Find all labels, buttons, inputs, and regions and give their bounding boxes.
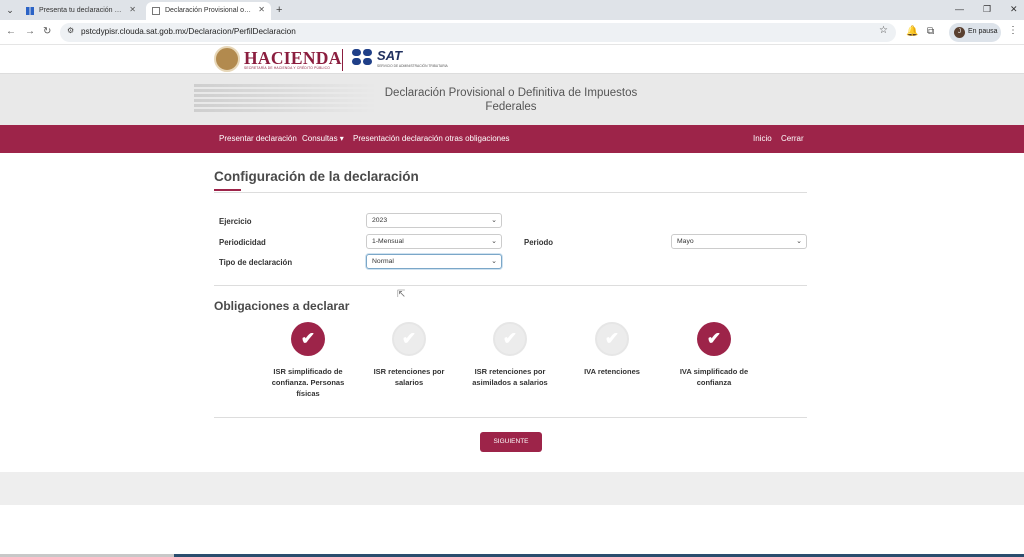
periodo-value: Mayo <box>677 238 694 245</box>
profile-button[interactable]: J En pausa <box>949 23 1001 42</box>
extensions-puzzle-icon[interactable]: ⧉ <box>927 26 934 38</box>
main-nav: Presentar declaración Consultas ▾ Presen… <box>0 125 1024 153</box>
browser-tab-declaracion[interactable]: Declaración Provisional o Defini ✕ <box>146 2 271 20</box>
sat-subtitle: SERVICIO DE ADMINISTRACIÓN TRIBUTARIA <box>377 64 448 68</box>
hacienda-subtitle: SECRETARÍA DE HACIENDA Y CRÉDITO PÚBLICO <box>244 66 330 70</box>
logo-divider <box>342 49 343 71</box>
coat-of-arms-icon <box>214 46 240 72</box>
nav-inicio[interactable]: Inicio <box>753 134 772 143</box>
periodo-select[interactable]: Mayo ⌄ <box>671 234 807 249</box>
nav-consultas[interactable]: Consultas ▾ <box>302 134 344 143</box>
obligacion-label: IVA simplificado de confianza <box>679 367 749 387</box>
browser-toolbar: ← → ↻ ⚙ pstcdypisr.clouda.sat.gob.mx/Dec… <box>0 20 1024 45</box>
close-tab-icon[interactable]: ✕ <box>129 2 136 18</box>
nav-presentar-declaracion[interactable]: Presentar declaración <box>219 134 297 143</box>
periodicidad-select[interactable]: 1-Mensual ⌄ <box>366 234 502 249</box>
page-title: Declaración Provisional o Definitiva de … <box>384 87 638 113</box>
unchecked-icon[interactable]: ✔ <box>493 322 527 356</box>
ejercicio-select[interactable]: 2023 ⌄ <box>366 213 502 228</box>
unchecked-icon[interactable]: ✔ <box>392 322 426 356</box>
back-icon[interactable]: ← <box>6 26 16 38</box>
avatar: J <box>954 27 965 38</box>
page-bottom <box>0 505 1024 554</box>
siguiente-button[interactable]: SIGUIENTE <box>480 432 542 452</box>
divider <box>214 417 807 418</box>
chevron-down-icon: ⌄ <box>491 258 497 265</box>
obligacion-isr-asimilados[interactable]: ✔ ISR retenciones por asimilados a salar… <box>462 322 558 388</box>
periodicidad-label: Periodicidad <box>219 238 266 247</box>
chevron-down-icon: ⌄ <box>491 217 497 224</box>
checked-icon[interactable]: ✔ <box>697 322 731 356</box>
restore-icon[interactable]: ❐ <box>983 2 991 16</box>
tab-favicon-icon <box>26 7 34 15</box>
chevron-down-icon: ⌄ <box>796 238 802 245</box>
obligacion-isr-salarios[interactable]: ✔ ISR retenciones por salarios <box>361 322 457 388</box>
ejercicio-label: Ejercicio <box>219 217 252 226</box>
tab-title: Declaración Provisional o Defini <box>165 7 251 14</box>
sat-logo-text: SAT <box>377 48 403 63</box>
gov-header: HACIENDA SECRETARÍA DE HACIENDA Y CRÉDIT… <box>0 45 1024 74</box>
obligacion-iva-simplificado[interactable]: ✔ IVA simplificado de confianza <box>666 322 762 388</box>
sat-logo-icon[interactable] <box>352 49 374 67</box>
obligaciones-title: Obligaciones a declarar <box>214 299 350 313</box>
tab-favicon-icon <box>152 7 160 15</box>
new-tab-button[interactable]: + <box>276 2 282 18</box>
obligacion-isr-simplificado[interactable]: ✔ ISR simplificado de confianza. Persona… <box>260 322 356 399</box>
obligacion-label: ISR retenciones por asimilados a salario… <box>472 367 548 387</box>
chevron-down-icon: ⌄ <box>491 238 497 245</box>
obligacion-label: IVA retenciones <box>584 367 640 376</box>
profile-label: En pausa <box>968 28 998 35</box>
ejercicio-value: 2023 <box>372 217 388 224</box>
obligacion-label: ISR retenciones por salarios <box>373 367 445 387</box>
config-title: Configuración de la declaración <box>214 169 419 184</box>
tipo-declaracion-select[interactable]: Normal ⌄ <box>366 254 502 269</box>
divider <box>214 285 807 286</box>
close-window-icon[interactable]: ✕ <box>1010 2 1018 16</box>
nav-cerrar[interactable]: Cerrar <box>781 134 804 143</box>
tipo-declaracion-label: Tipo de declaración <box>219 258 293 267</box>
checked-icon[interactable]: ✔ <box>291 322 325 356</box>
forward-icon[interactable]: → <box>25 26 35 38</box>
main-content: Configuración de la declaración Ejercici… <box>0 153 1024 472</box>
reload-icon[interactable]: ↻ <box>43 26 51 38</box>
browser-menu-icon[interactable]: ⋮ <box>1008 25 1018 36</box>
tab-title: Presenta tu declaración de pago <box>39 7 125 14</box>
url-text: pstcdypisr.clouda.sat.gob.mx/Declaracion… <box>81 27 296 36</box>
minimize-icon[interactable]: — <box>955 2 964 16</box>
mouse-cursor-icon: ⇱ <box>397 289 406 300</box>
periodo-label: Periodo <box>524 238 554 247</box>
obligacion-label: ISR simplificado de confianza. Personas … <box>271 367 345 398</box>
close-tab-icon[interactable]: ✕ <box>258 2 265 18</box>
browser-tabstrip: ⌄ Presenta tu declaración de pago ✕ Decl… <box>0 0 1024 20</box>
periodicidad-value: 1-Mensual <box>372 238 404 245</box>
page-banner: Declaración Provisional o Definitiva de … <box>0 74 1024 125</box>
address-bar[interactable]: ⚙ pstcdypisr.clouda.sat.gob.mx/Declaraci… <box>60 23 896 42</box>
unchecked-icon[interactable]: ✔ <box>595 322 629 356</box>
tab-search-icon[interactable]: ⌄ <box>3 3 17 17</box>
nav-otras-obligaciones[interactable]: Presentación declaración otras obligacio… <box>353 134 510 143</box>
tipo-declaracion-value: Normal <box>372 258 394 265</box>
browser-tab-presenta[interactable]: Presenta tu declaración de pago ✕ <box>20 2 142 20</box>
bookmark-star-icon[interactable]: ☆ <box>879 25 888 36</box>
title-underline <box>214 189 241 191</box>
footer-strip <box>0 472 1024 505</box>
divider <box>214 192 807 193</box>
banner-decoration <box>194 84 374 114</box>
site-info-icon[interactable]: ⚙ <box>67 26 74 35</box>
extension-bell-icon[interactable]: 🔔 <box>906 26 918 38</box>
obligacion-iva-retenciones[interactable]: ✔ IVA retenciones <box>564 322 660 377</box>
